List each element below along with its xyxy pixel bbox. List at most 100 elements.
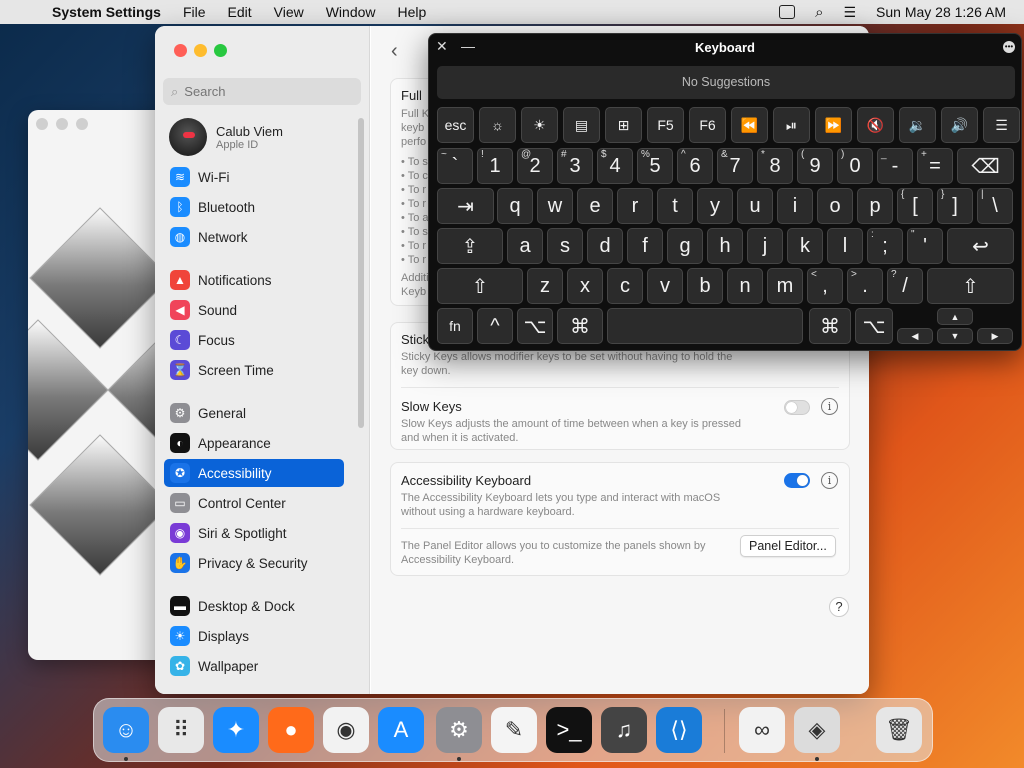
sidebar-item-sound[interactable]: ◀ Sound bbox=[164, 296, 344, 324]
key-bracket-2[interactable]: | \ bbox=[977, 188, 1013, 224]
space-bar-key[interactable] bbox=[607, 308, 803, 344]
key-10[interactable]: ) 0 bbox=[837, 148, 873, 184]
key-x[interactable]: x bbox=[567, 268, 603, 304]
key-f-4[interactable]: ⊞ bbox=[605, 107, 642, 143]
options-icon[interactable]: ••• bbox=[1003, 41, 1015, 53]
key-y[interactable]: y bbox=[697, 188, 733, 224]
display-mirror-icon[interactable] bbox=[779, 5, 796, 19]
sidebar-item-bluetooth[interactable]: ᛒ Bluetooth bbox=[164, 193, 344, 221]
sidebar-item-accessibility[interactable]: ✪ Accessibility bbox=[164, 459, 344, 487]
key-q[interactable]: q bbox=[497, 188, 533, 224]
key-o[interactable]: o bbox=[817, 188, 853, 224]
slow-keys-info-icon[interactable]: i bbox=[821, 398, 838, 415]
minimize-icon[interactable] bbox=[56, 118, 68, 130]
key-z[interactable]: z bbox=[527, 268, 563, 304]
key-i[interactable]: i bbox=[777, 188, 813, 224]
key-punct2-0[interactable]: <, bbox=[807, 268, 843, 304]
key-f-6[interactable]: F6 bbox=[689, 107, 726, 143]
key-n[interactable]: n bbox=[727, 268, 763, 304]
right-shift-key[interactable]: ⇧ bbox=[927, 268, 1014, 304]
right-option-key[interactable]: ⌥ bbox=[855, 308, 893, 344]
key-f-12[interactable]: 🔊 bbox=[941, 107, 978, 143]
dock-garageband-icon[interactable]: ♫ bbox=[601, 707, 647, 753]
key-6[interactable]: ^ 6 bbox=[677, 148, 713, 184]
key-9[interactable]: (9 bbox=[797, 148, 833, 184]
dock-terminal-icon[interactable]: >_ bbox=[546, 707, 592, 753]
key-g[interactable]: g bbox=[667, 228, 703, 264]
key-3[interactable]: #3 bbox=[557, 148, 593, 184]
sidebar-item-control-center[interactable]: ▭ Control Center bbox=[164, 489, 344, 517]
back-chevron-icon[interactable]: ‹ bbox=[391, 40, 398, 63]
help-button[interactable]: ? bbox=[829, 597, 849, 617]
sidebar-item-displays[interactable]: ☀ Displays bbox=[164, 622, 344, 650]
arrow-left-key[interactable]: ◀ bbox=[897, 328, 933, 344]
key-m[interactable]: m bbox=[767, 268, 803, 304]
key-punct-0[interactable]: :; bbox=[867, 228, 903, 264]
key-f-1[interactable]: ☼ bbox=[479, 107, 516, 143]
dock-visual-studio-icon[interactable]: ∞ bbox=[739, 707, 785, 753]
sidebar-scrollbar[interactable] bbox=[358, 118, 364, 428]
dock-system-settings-icon[interactable]: ⚙ bbox=[436, 707, 482, 753]
accessibility-keyboard-toggle[interactable] bbox=[784, 473, 810, 488]
menu-window[interactable]: Window bbox=[326, 4, 376, 20]
key-punct-1[interactable]: " ' bbox=[907, 228, 943, 264]
left-shift-key[interactable]: ⇧ bbox=[437, 268, 523, 304]
key-1[interactable]: ! 1 bbox=[477, 148, 513, 184]
sidebar-item-appearance[interactable]: ◐ Appearance bbox=[164, 429, 344, 457]
minimize-icon[interactable] bbox=[194, 44, 207, 57]
key-a[interactable]: a bbox=[507, 228, 543, 264]
search-input[interactable] bbox=[184, 84, 345, 99]
control-center-icon[interactable]: ☰ bbox=[843, 4, 856, 21]
key-f-11[interactable]: 🔉 bbox=[899, 107, 936, 143]
key-c[interactable]: c bbox=[607, 268, 643, 304]
key-e[interactable]: e bbox=[577, 188, 613, 224]
arrow-right-key[interactable]: ▶ bbox=[977, 328, 1013, 344]
menu-app-name[interactable]: System Settings bbox=[52, 4, 161, 20]
close-icon[interactable] bbox=[36, 118, 48, 130]
key-r[interactable]: r bbox=[617, 188, 653, 224]
search-field[interactable]: ⌕ bbox=[163, 78, 361, 105]
sidebar-item-notifications[interactable]: ▲ Notifications bbox=[164, 266, 344, 294]
key-f-7[interactable]: ⏪ bbox=[731, 107, 768, 143]
key-4[interactable]: $4 bbox=[597, 148, 633, 184]
dock-firefox-icon[interactable]: ● bbox=[268, 707, 314, 753]
sidebar-item-privacy-security[interactable]: ✋ Privacy & Security bbox=[164, 549, 344, 577]
clock[interactable]: Sun May 28 1:26 AM bbox=[876, 4, 1006, 20]
key-punct2-2[interactable]: ? / bbox=[887, 268, 923, 304]
key-f-8[interactable]: ⏯ bbox=[773, 107, 810, 143]
key-u[interactable]: u bbox=[737, 188, 773, 224]
key-d[interactable]: d bbox=[587, 228, 623, 264]
key-0[interactable]: ~ ` bbox=[437, 148, 473, 184]
dock-finder-icon[interactable]: ☺ bbox=[103, 707, 149, 753]
key-f-2[interactable]: ☀ bbox=[521, 107, 558, 143]
key-bracket-0[interactable]: {[ bbox=[897, 188, 933, 224]
key-8[interactable]: * 8 bbox=[757, 148, 793, 184]
key-f-0[interactable]: esc bbox=[437, 107, 474, 143]
key-p[interactable]: p bbox=[857, 188, 893, 224]
key-5[interactable]: % 5 bbox=[637, 148, 673, 184]
key-f[interactable]: f bbox=[627, 228, 663, 264]
dock-app-store-icon[interactable]: A bbox=[378, 707, 424, 753]
key-j[interactable]: j bbox=[747, 228, 783, 264]
sidebar-item-desktop-dock[interactable]: ▬ Desktop & Dock bbox=[164, 592, 344, 620]
sidebar-item-network[interactable]: ◍ Network bbox=[164, 223, 344, 251]
dock-boot-camp-icon[interactable]: ◈ bbox=[794, 707, 840, 753]
menu-help[interactable]: Help bbox=[398, 4, 427, 20]
key-punct2-1[interactable]: >. bbox=[847, 268, 883, 304]
arrow-down-key[interactable]: ▼ bbox=[937, 328, 973, 344]
key-12[interactable]: + = bbox=[917, 148, 953, 184]
key-f-3[interactable]: ▤ bbox=[563, 107, 600, 143]
key-h[interactable]: h bbox=[707, 228, 743, 264]
key-k[interactable]: k bbox=[787, 228, 823, 264]
delete-key[interactable]: ⌫ bbox=[957, 148, 1014, 184]
key-f-5[interactable]: F5 bbox=[647, 107, 684, 143]
key-7[interactable]: & 7 bbox=[717, 148, 753, 184]
key-f-13[interactable]: ☰ bbox=[983, 107, 1020, 143]
sidebar-item-focus[interactable]: ☾ Focus bbox=[164, 326, 344, 354]
spotlight-icon[interactable]: ⌕ bbox=[815, 4, 823, 21]
key-f-10[interactable]: 🔇 bbox=[857, 107, 894, 143]
menu-view[interactable]: View bbox=[274, 4, 304, 20]
key-l[interactable]: l bbox=[827, 228, 863, 264]
right-command-key[interactable]: ⌘ bbox=[809, 308, 851, 344]
sidebar-item-wallpaper[interactable]: ✿ Wallpaper bbox=[164, 652, 344, 680]
